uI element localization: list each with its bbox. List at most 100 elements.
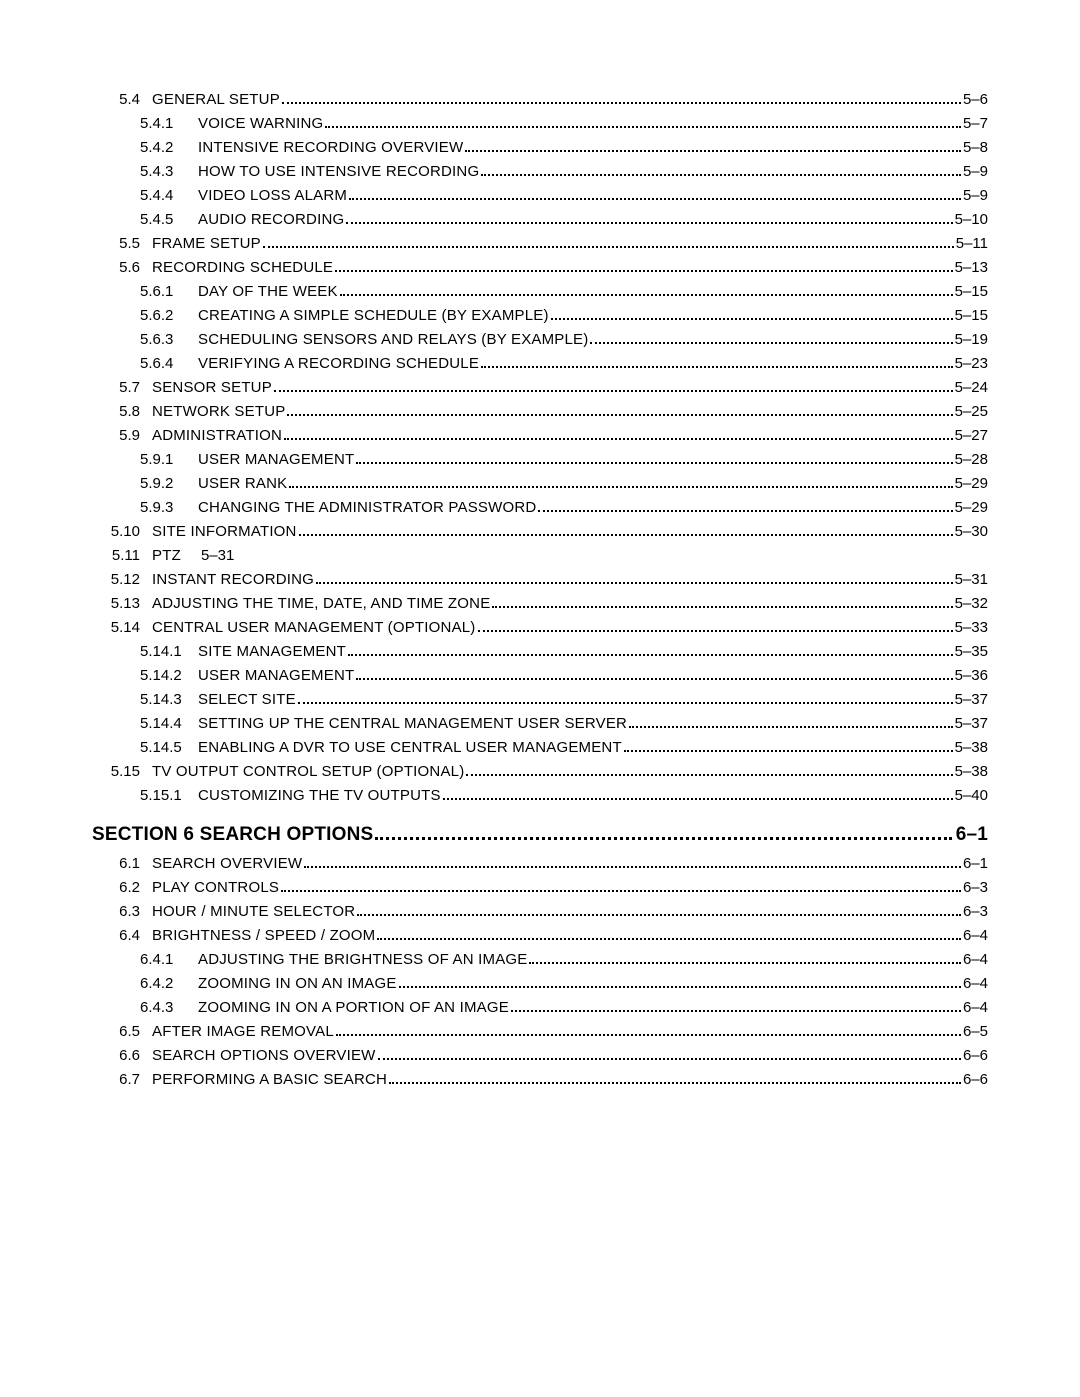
toc-leader-dots xyxy=(348,654,953,656)
toc-entry-title: AFTER IMAGE REMOVAL xyxy=(152,1020,334,1044)
toc-entry-page: 5–29 xyxy=(955,472,988,496)
toc-leader-dots xyxy=(274,390,953,392)
toc-leader-dots xyxy=(399,986,961,988)
toc-entry-page: 5–23 xyxy=(955,352,988,376)
toc-entry-number: 5.15 xyxy=(92,760,140,784)
toc-entry: 5.4.2INTENSIVE RECORDING OVERVIEW5–8 xyxy=(92,136,988,160)
toc-entry: 5.14.2USER MANAGEMENT5–36 xyxy=(92,664,988,688)
toc-entry: 5.4.1VOICE WARNING 5–7 xyxy=(92,112,988,136)
toc-leader-dots xyxy=(375,837,951,840)
toc-entry: 5.14CENTRAL USER MANAGEMENT (OPTIONAL)5–… xyxy=(92,616,988,640)
toc-entry-page: 6–6 xyxy=(963,1044,988,1068)
toc-entry-page: 6–4 xyxy=(963,972,988,996)
toc-entry-title: ZOOMING IN ON AN IMAGE xyxy=(198,972,397,996)
toc-entry-title: CUSTOMIZING THE TV OUTPUTS xyxy=(198,784,441,808)
toc-leader-dots xyxy=(287,414,952,416)
toc-leader-dots xyxy=(466,774,952,776)
toc-entry-title: USER RANK xyxy=(198,472,287,496)
toc-entry-title: FRAME SETUP xyxy=(152,232,261,256)
toc-entry-number: 5.8 xyxy=(92,400,140,424)
toc-entry: 6.1SEARCH OVERVIEW6–1 xyxy=(92,852,988,876)
toc-entry-title: SEARCH OVERVIEW xyxy=(152,852,302,876)
toc-leader-dots xyxy=(304,866,961,868)
toc-entry-title: PTZ xyxy=(152,544,181,568)
toc-entry: 5.4.3HOW TO USE INTENSIVE RECORDING5–9 xyxy=(92,160,988,184)
toc-entry: 5.10SITE INFORMATION5–30 xyxy=(92,520,988,544)
toc-entry: 5.9.2USER RANK5–29 xyxy=(92,472,988,496)
toc-leader-dots xyxy=(465,150,961,152)
toc-leader-dots xyxy=(590,342,952,344)
toc-entry-title: INSTANT RECORDING xyxy=(152,568,314,592)
toc-entry-page: 5–27 xyxy=(955,424,988,448)
toc-leader-dots xyxy=(481,366,953,368)
toc-entry: 5.15TV OUTPUT CONTROL SETUP (OPTIONAL)5–… xyxy=(92,760,988,784)
toc-entry-number: 5.15.1 xyxy=(140,784,192,808)
toc-entry-page: 5–31 xyxy=(201,544,234,568)
toc-entry: 5.14.1SITE MANAGEMENT5–35 xyxy=(92,640,988,664)
toc-entry: 5.8NETWORK SETUP5–25 xyxy=(92,400,988,424)
toc-entry-page: 6–3 xyxy=(963,900,988,924)
toc-section-page: 6–1 xyxy=(956,824,988,846)
toc-entry-number: 6.4 xyxy=(92,924,140,948)
toc-entry-title: ADJUSTING THE TIME, DATE, AND TIME ZONE xyxy=(152,592,490,616)
toc-leader-dots xyxy=(325,126,961,128)
toc-entry-number: 5.6.3 xyxy=(140,328,192,352)
toc-entry-title: VOICE WARNING xyxy=(198,112,323,136)
toc-entry-number: 6.6 xyxy=(92,1044,140,1068)
toc-leader-dots xyxy=(389,1082,961,1084)
toc-entry-number: 5.6.2 xyxy=(140,304,192,328)
toc-entry: 5.9.3CHANGING THE ADMINISTRATOR PASSWORD… xyxy=(92,496,988,520)
toc-leader-dots xyxy=(481,174,961,176)
toc-entry-number: 6.3 xyxy=(92,900,140,924)
toc-entry: 6.4.1ADJUSTING THE BRIGHTNESS OF AN IMAG… xyxy=(92,948,988,972)
toc-entry: 5.7SENSOR SETUP5–24 xyxy=(92,376,988,400)
toc-leader-dots xyxy=(538,510,952,512)
toc-entry-page: 5–28 xyxy=(955,448,988,472)
toc-entry-title: PERFORMING A BASIC SEARCH xyxy=(152,1068,387,1092)
toc-entry-number: 5.14.2 xyxy=(140,664,192,688)
toc-entry-number: 5.4.1 xyxy=(140,112,192,136)
toc-entry-number: 5.4.5 xyxy=(140,208,192,232)
toc-entry-page: 5–36 xyxy=(955,664,988,688)
toc-entry-page: 5–15 xyxy=(955,304,988,328)
toc-entry-page: 6–6 xyxy=(963,1068,988,1092)
toc-entry-title: GENERAL SETUP xyxy=(152,88,280,112)
toc-entry-title: USER MANAGEMENT xyxy=(198,448,354,472)
toc-entry-number: 5.4.3 xyxy=(140,160,192,184)
toc-entry: 6.6SEARCH OPTIONS OVERVIEW6–6 xyxy=(92,1044,988,1068)
toc-entry-title: NETWORK SETUP xyxy=(152,400,285,424)
toc-entry-number: 5.6.1 xyxy=(140,280,192,304)
toc-entry-page: 5–29 xyxy=(955,496,988,520)
toc-entry-page: 6–1 xyxy=(963,852,988,876)
toc-entry-page: 5–13 xyxy=(955,256,988,280)
toc-entry-page: 5–7 xyxy=(963,112,988,136)
toc-entry-number: 5.6 xyxy=(92,256,140,280)
table-of-contents: 5.4GENERAL SETUP5–65.4.1VOICE WARNING5–7… xyxy=(92,88,988,1092)
toc-entry-title: SETTING UP THE CENTRAL MANAGEMENT USER S… xyxy=(198,712,627,736)
toc-entry-title: VERIFYING A RECORDING SCHEDULE xyxy=(198,352,479,376)
toc-entry-page: 5–37 xyxy=(955,688,988,712)
page: 5.4GENERAL SETUP5–65.4.1VOICE WARNING5–7… xyxy=(0,0,1080,1397)
toc-leader-dots xyxy=(357,914,961,916)
toc-entry-number: 5.4.2 xyxy=(140,136,192,160)
toc-entry-page: 5–32 xyxy=(955,592,988,616)
toc-entry-number: 5.11 xyxy=(92,544,140,568)
toc-entry-page: 5–11 xyxy=(956,232,988,256)
toc-entry-number: 5.9.1 xyxy=(140,448,192,472)
toc-entry: 5.6.3SCHEDULING SENSORS AND RELAYS (BY E… xyxy=(92,328,988,352)
toc-entry-title: AUDIO RECORDING xyxy=(198,208,344,232)
toc-entry: 5.6RECORDING SCHEDULE5–13 xyxy=(92,256,988,280)
toc-entry-title: ADMINISTRATION xyxy=(152,424,282,448)
toc-entry-number: 6.4.1 xyxy=(140,948,192,972)
toc-entry-title: PLAY CONTROLS xyxy=(152,876,279,900)
toc-entry-page: 6–4 xyxy=(963,924,988,948)
toc-entry: 5.4.5AUDIO RECORDING5–10 xyxy=(92,208,988,232)
toc-entry: 5.11 PTZ 5–31 xyxy=(92,544,988,568)
toc-entry-title: DAY OF THE WEEK xyxy=(198,280,338,304)
toc-section-title: SECTION 6 SEARCH OPTIONS xyxy=(92,824,373,846)
toc-entry: 5.6.4VERIFYING A RECORDING SCHEDULE5–23 xyxy=(92,352,988,376)
toc-entry-page: 5–38 xyxy=(955,760,988,784)
toc-entry-number: 5.4 xyxy=(92,88,140,112)
toc-leader-dots xyxy=(511,1010,961,1012)
toc-entry-title: SITE INFORMATION xyxy=(152,520,297,544)
